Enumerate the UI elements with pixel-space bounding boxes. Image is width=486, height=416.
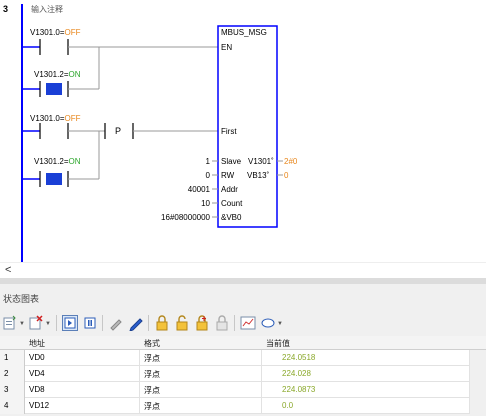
out-error-label: VB13˚ bbox=[247, 171, 270, 180]
value-cell: 224.0518 bbox=[262, 350, 470, 366]
col-address-header[interactable]: 地址 bbox=[29, 338, 45, 349]
table-header: 地址 格式 当前值 bbox=[0, 336, 486, 350]
contact-4[interactable] bbox=[39, 171, 69, 187]
in-rw-value[interactable]: 0 bbox=[206, 171, 211, 180]
in-count-value[interactable]: 10 bbox=[201, 199, 210, 208]
address-cell[interactable]: VD8 bbox=[25, 382, 140, 398]
network-number: 3 bbox=[3, 4, 8, 14]
row-extra-cell bbox=[470, 382, 486, 398]
col-value-header[interactable]: 当前值 bbox=[266, 338, 290, 349]
horizontal-scrollbar[interactable]: < bbox=[0, 262, 486, 278]
row-extra-cell bbox=[470, 366, 486, 382]
pin-data-ptr: &VB0 bbox=[221, 213, 242, 222]
value-cell: 0.0 bbox=[262, 398, 470, 414]
table-row[interactable]: 3 VD8 浮点 224.0873 bbox=[0, 382, 486, 398]
unlock-icon[interactable] bbox=[174, 315, 190, 331]
scroll-track[interactable] bbox=[20, 263, 486, 278]
pin-en: EN bbox=[221, 43, 232, 52]
col-format-header[interactable]: 格式 bbox=[144, 338, 160, 349]
out-done-value[interactable]: 2#0 bbox=[284, 157, 298, 166]
status-chart-panel: 状态图表 ▼ ▼ ▼ 地址 格式 当前值 1 VD0 浮点 224.0518 2… bbox=[0, 278, 486, 416]
address-cell[interactable]: VD4 bbox=[25, 366, 140, 382]
address-cell[interactable]: VD0 bbox=[25, 350, 140, 366]
table-row[interactable]: 1 VD0 浮点 224.0518 bbox=[0, 350, 486, 366]
panel-title: 状态图表 bbox=[3, 294, 40, 304]
delete-dropdown-icon[interactable]: ▼ bbox=[45, 321, 51, 327]
in-data-ptr-value[interactable]: 16#08000000 bbox=[161, 213, 210, 222]
pin-rw: RW bbox=[221, 171, 235, 180]
pin-count: Count bbox=[221, 199, 243, 208]
block-title: MBUS_MSG bbox=[221, 28, 267, 37]
ladder-editor[interactable]: 3 输入注释 V1301.0=OFF V1301.2=ON V1301.0=OF… bbox=[0, 0, 486, 262]
force-icon[interactable] bbox=[194, 315, 210, 331]
row-number[interactable]: 2 bbox=[0, 366, 25, 382]
unforce-all-icon[interactable] bbox=[214, 315, 230, 331]
row-number[interactable]: 1 bbox=[0, 350, 25, 366]
insert-dropdown-icon[interactable]: ▼ bbox=[19, 321, 25, 327]
address-cell[interactable]: VD12 bbox=[25, 398, 140, 414]
p-edge-contact[interactable]: P bbox=[104, 123, 134, 139]
row-number[interactable]: 4 bbox=[0, 398, 25, 414]
pause-icon[interactable] bbox=[82, 315, 98, 331]
options-dropdown-icon[interactable]: ▼ bbox=[277, 321, 283, 327]
trend-chart-icon[interactable] bbox=[240, 315, 256, 331]
svg-text:P: P bbox=[115, 126, 121, 136]
options-icon[interactable] bbox=[260, 315, 276, 331]
pin-addr: Addr bbox=[221, 185, 238, 194]
pencil-icon[interactable] bbox=[128, 315, 144, 331]
table-row[interactable]: 2 VD4 浮点 224.028 bbox=[0, 366, 486, 382]
in-addr-value[interactable]: 40001 bbox=[188, 185, 211, 194]
pin-first: First bbox=[221, 127, 237, 136]
format-cell[interactable]: 浮点 bbox=[140, 398, 262, 414]
start-monitor-icon[interactable] bbox=[62, 315, 78, 331]
contact-1-label: V1301.0=OFF bbox=[30, 28, 81, 37]
status-toolbar: ▼ ▼ ▼ bbox=[2, 312, 482, 334]
format-cell[interactable]: 浮点 bbox=[140, 366, 262, 382]
pin-slave: Slave bbox=[221, 157, 242, 166]
format-cell[interactable]: 浮点 bbox=[140, 382, 262, 398]
value-cell: 224.028 bbox=[262, 366, 470, 382]
mbus-msg-block[interactable]: MBUS_MSG EN First Slave RW Addr Count &V… bbox=[217, 25, 278, 228]
network-comment[interactable]: 输入注释 bbox=[31, 4, 63, 14]
contact-3[interactable] bbox=[39, 123, 69, 139]
contact-1[interactable] bbox=[39, 39, 69, 55]
delete-row-icon[interactable] bbox=[28, 315, 44, 331]
table-row[interactable]: 4 VD12 浮点 0.0 bbox=[0, 398, 486, 414]
format-cell[interactable]: 浮点 bbox=[140, 350, 262, 366]
value-cell: 224.0873 bbox=[262, 382, 470, 398]
out-done-label: V1301˚ bbox=[248, 157, 274, 166]
write-icon[interactable] bbox=[108, 315, 124, 331]
in-slave-value[interactable]: 1 bbox=[206, 157, 211, 166]
row-number[interactable]: 3 bbox=[0, 382, 25, 398]
insert-row-icon[interactable] bbox=[2, 315, 18, 331]
row-extra-cell bbox=[470, 398, 486, 414]
row-extra-cell bbox=[470, 350, 486, 366]
panel-splitter[interactable] bbox=[0, 278, 486, 284]
out-error-value[interactable]: 0 bbox=[284, 171, 289, 180]
contact-2-label: V1301.2=ON bbox=[34, 70, 81, 79]
contact-4-label: V1301.2=ON bbox=[34, 157, 81, 166]
contact-2[interactable] bbox=[39, 81, 69, 97]
lock-icon[interactable] bbox=[154, 315, 170, 331]
contact-3-label: V1301.0=OFF bbox=[30, 114, 81, 123]
scroll-left-icon[interactable]: < bbox=[5, 264, 11, 276]
ladder-canvas: 3 输入注释 V1301.0=OFF V1301.2=ON V1301.0=OF… bbox=[3, 4, 298, 262]
